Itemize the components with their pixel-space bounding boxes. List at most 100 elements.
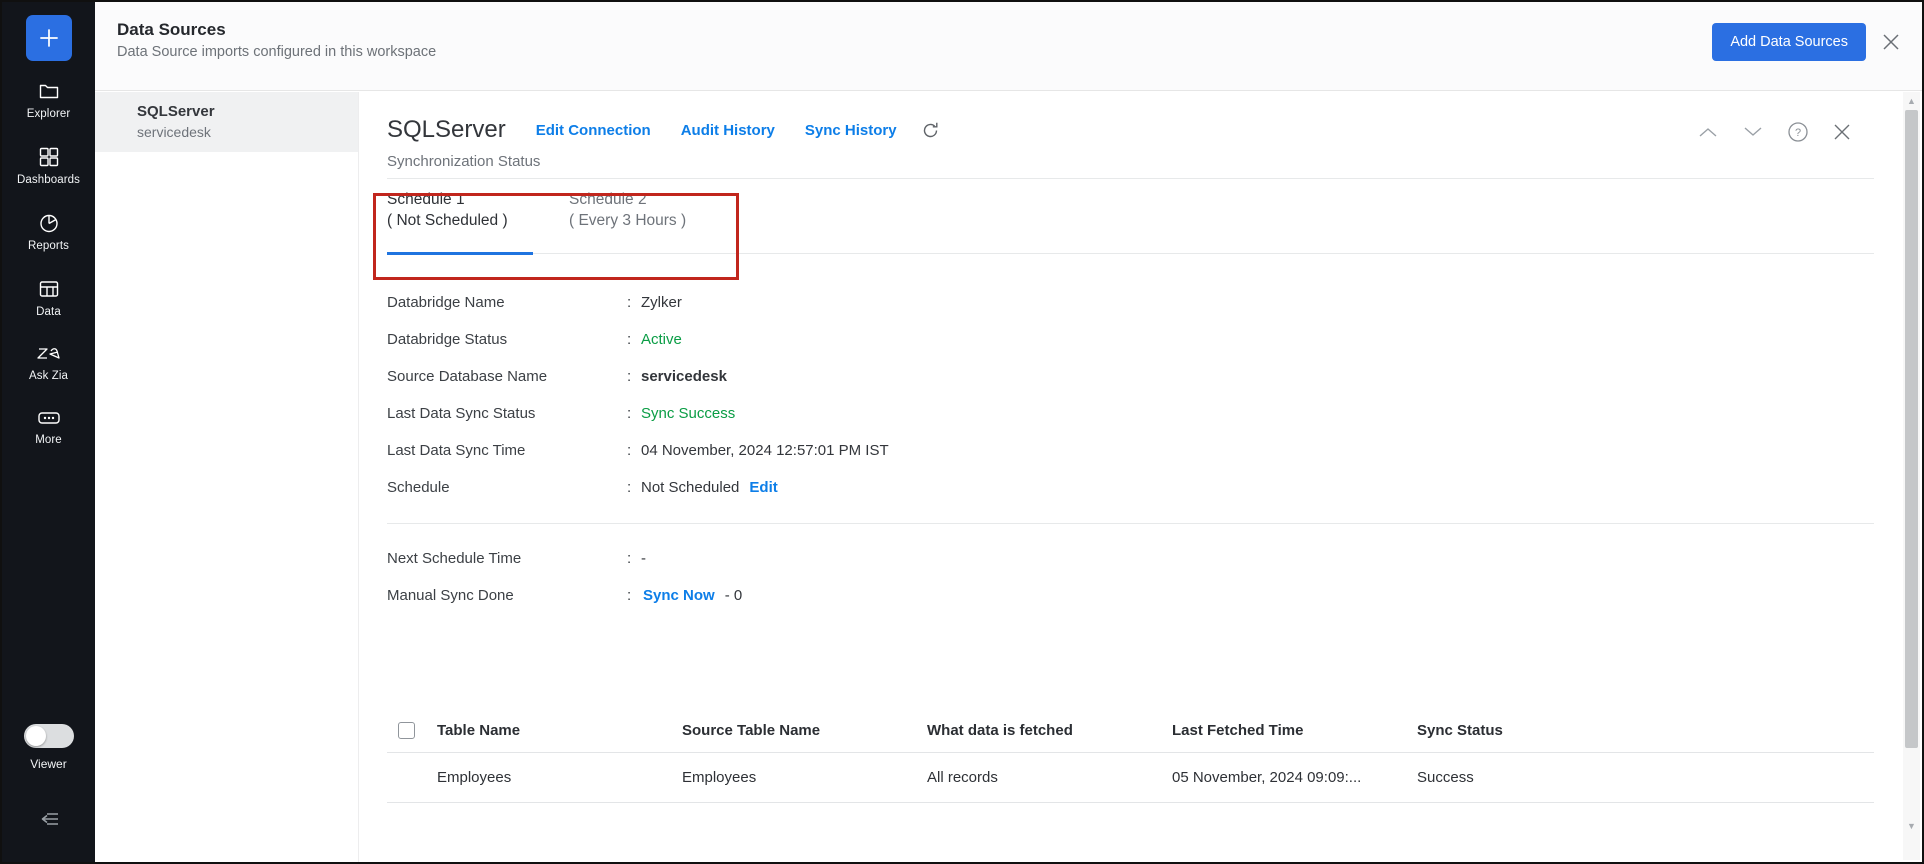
viewer-label: Viewer bbox=[30, 757, 66, 771]
detail-value: servicedesk bbox=[641, 368, 727, 385]
col-header-source-table-name: Source Table Name bbox=[682, 722, 927, 739]
sidebar-item-label: Ask Zia bbox=[29, 370, 68, 382]
sidebar-item-label: Explorer bbox=[27, 108, 71, 120]
tab-schedule-1[interactable]: Schedule 1 ( Not Scheduled ) bbox=[387, 191, 533, 253]
detail-value: 04 November, 2024 12:57:01 PM IST bbox=[641, 442, 889, 459]
detail-row: Next Schedule Time : - bbox=[387, 540, 1874, 577]
sidebar-item-label: More bbox=[35, 434, 62, 446]
cell-table-name: Employees bbox=[437, 769, 682, 786]
cell-what-data: All records bbox=[927, 769, 1172, 786]
audit-history-link[interactable]: Audit History bbox=[681, 122, 775, 139]
chevron-up-icon[interactable] bbox=[1697, 125, 1719, 139]
detail-label: Source Database Name bbox=[387, 368, 627, 385]
section-divider bbox=[387, 178, 1874, 179]
cell-last-fetched: 05 November, 2024 09:09:... bbox=[1172, 769, 1417, 786]
detail-value: - bbox=[641, 550, 646, 567]
tab-sublabel: ( Not Scheduled ) bbox=[387, 212, 533, 230]
panel-subtitle: Synchronization Status bbox=[387, 153, 1874, 170]
colon: : bbox=[627, 442, 639, 459]
collapse-sidebar-icon[interactable] bbox=[36, 807, 62, 836]
detail-value: Zylker bbox=[641, 294, 682, 311]
edit-connection-link[interactable]: Edit Connection bbox=[536, 122, 651, 139]
sidebar-item-explorer[interactable]: Explorer bbox=[2, 79, 95, 120]
detail-row: Databridge Status : Active bbox=[387, 321, 1874, 358]
list-item-sqlserver[interactable]: SQLServer servicedesk bbox=[95, 92, 358, 152]
scrollbar-thumb[interactable] bbox=[1905, 110, 1918, 748]
ellipsis-icon bbox=[36, 407, 62, 429]
databridge-status-value: Active bbox=[641, 331, 682, 348]
tab-schedule-2[interactable]: Schedule 2 ( Every 3 Hours ) bbox=[569, 191, 715, 253]
detail-label: Manual Sync Done bbox=[387, 587, 627, 604]
panel-actions: ? bbox=[1697, 121, 1852, 143]
detail-label: Databridge Name bbox=[387, 294, 627, 311]
col-header-table-name: Table Name bbox=[437, 722, 682, 739]
scroll-up-arrow[interactable]: ▲ bbox=[1903, 93, 1920, 109]
colon: : bbox=[627, 405, 639, 422]
sidebar-item-label: Reports bbox=[28, 240, 69, 252]
detail-row: Schedule : Not Scheduled Edit bbox=[387, 469, 1874, 506]
table-row[interactable]: Employees Employees All records 05 Novem… bbox=[387, 753, 1874, 803]
close-page-icon[interactable] bbox=[1880, 31, 1902, 58]
create-new-button[interactable] bbox=[26, 15, 72, 61]
viewer-mode-toggle[interactable] bbox=[24, 724, 74, 748]
sidebar-item-ask-zia[interactable]: Ask Zia bbox=[2, 343, 95, 382]
colon: : bbox=[627, 550, 639, 567]
sidebar-item-label: Data bbox=[36, 306, 61, 318]
chevron-down-icon[interactable] bbox=[1742, 125, 1764, 139]
panel-title-row: SQLServer Edit Connection Audit History … bbox=[387, 116, 1874, 144]
app-sidebar: Explorer Dashboards Reports Data bbox=[2, 2, 95, 862]
section-divider bbox=[387, 523, 1874, 524]
data-source-name: SQLServer bbox=[137, 103, 342, 120]
sync-detail-panel: ? SQLServer Edit Connection Audit Histor… bbox=[359, 92, 1922, 862]
colon: : bbox=[627, 368, 639, 385]
sidebar-item-more[interactable]: More bbox=[2, 407, 95, 446]
folder-icon bbox=[37, 79, 61, 103]
detail-row: Source Database Name : servicedesk bbox=[387, 358, 1874, 395]
sidebar-item-dashboards[interactable]: Dashboards bbox=[2, 145, 95, 186]
connection-title: SQLServer bbox=[387, 116, 506, 144]
sync-history-link[interactable]: Sync History bbox=[805, 122, 897, 139]
edit-schedule-link[interactable]: Edit bbox=[749, 479, 777, 496]
tables-sync-table: Table Name Source Table Name What data i… bbox=[387, 708, 1874, 803]
sync-status-value: Sync Success bbox=[641, 405, 735, 422]
scroll-down-arrow[interactable]: ▼ bbox=[1903, 818, 1920, 834]
detail-label: Last Data Sync Status bbox=[387, 405, 627, 422]
zia-icon bbox=[34, 343, 64, 365]
sidebar-item-reports[interactable]: Reports bbox=[2, 211, 95, 252]
sidebar-item-data[interactable]: Data bbox=[2, 277, 95, 318]
cell-source-table-name: Employees bbox=[682, 769, 927, 786]
table-header-row: Table Name Source Table Name What data i… bbox=[387, 708, 1874, 753]
tab-sublabel: ( Every 3 Hours ) bbox=[569, 212, 715, 230]
refresh-icon[interactable] bbox=[921, 121, 940, 140]
svg-text:?: ? bbox=[1795, 127, 1801, 139]
table-icon bbox=[37, 277, 61, 301]
detail-row: Last Data Sync Status : Sync Success bbox=[387, 395, 1874, 432]
select-all-checkbox[interactable] bbox=[398, 722, 415, 739]
close-panel-icon[interactable] bbox=[1832, 122, 1852, 142]
sidebar-item-label: Dashboards bbox=[17, 174, 80, 186]
tab-label: Schedule 2 bbox=[569, 191, 715, 209]
detail-row: Databridge Name : Zylker bbox=[387, 284, 1874, 321]
col-header-sync-status: Sync Status bbox=[1417, 722, 1662, 739]
tab-label: Schedule 1 bbox=[387, 191, 533, 209]
add-data-sources-button[interactable]: Add Data Sources bbox=[1712, 23, 1866, 61]
page-subtitle: Data Source imports configured in this w… bbox=[117, 44, 436, 60]
colon: : bbox=[627, 294, 639, 311]
page-header: Data Sources Data Source imports configu… bbox=[95, 2, 1922, 91]
help-icon[interactable]: ? bbox=[1787, 121, 1809, 143]
data-source-database: servicedesk bbox=[137, 124, 342, 140]
data-sources-screen: Explorer Dashboards Reports Data bbox=[0, 0, 1924, 864]
dashboards-grid-icon bbox=[37, 145, 61, 169]
detail-label: Schedule bbox=[387, 479, 627, 496]
detail-label: Next Schedule Time bbox=[387, 550, 627, 567]
manual-sync-count: - 0 bbox=[725, 587, 743, 604]
detail-row: Manual Sync Done : Sync Now - 0 bbox=[387, 577, 1874, 614]
toggle-knob bbox=[26, 726, 46, 746]
schedule-tabs: Schedule 1 ( Not Scheduled ) Schedule 2 … bbox=[387, 191, 1874, 254]
colon: : bbox=[627, 331, 639, 348]
sync-now-link[interactable]: Sync Now bbox=[643, 587, 715, 604]
col-header-last-fetched: Last Fetched Time bbox=[1172, 722, 1417, 739]
vertical-scrollbar[interactable]: ▲ ▼ bbox=[1903, 92, 1920, 860]
cell-sync-status: Success bbox=[1417, 769, 1662, 786]
page-title: Data Sources bbox=[117, 20, 226, 40]
